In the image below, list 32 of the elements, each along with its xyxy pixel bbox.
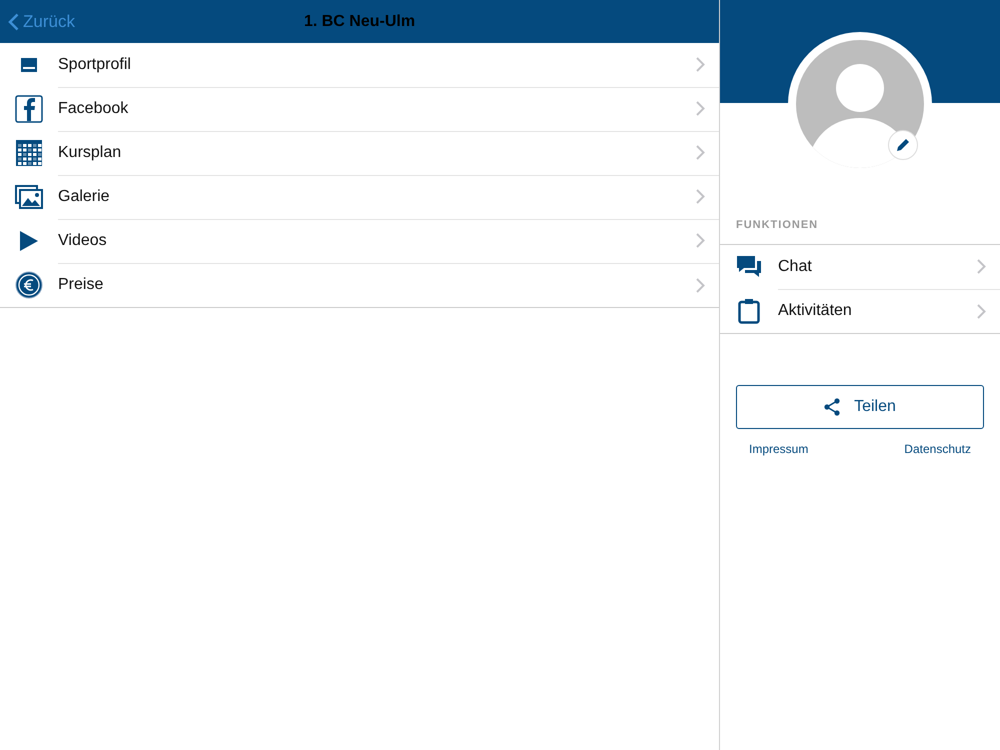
page-title: 1. BC Neu-Ulm — [304, 12, 416, 30]
menu-item[interactable]: Galerie — [0, 175, 719, 219]
pencil-icon — [896, 138, 910, 152]
chevron-icon — [696, 278, 705, 292]
menu-item[interactable]: Preise — [0, 263, 719, 307]
chevron-icon — [696, 57, 705, 72]
chat-icon — [736, 255, 762, 279]
euro-icon — [15, 271, 43, 299]
chevron-icon — [977, 304, 986, 318]
share-button[interactable]: Teilen — [736, 385, 984, 429]
section-title: FUNKTIONEN — [735, 219, 820, 233]
menu-item[interactable]: Facebook — [0, 87, 719, 131]
function-item[interactable]: Chat — [720, 245, 1000, 289]
chevron-icon — [696, 145, 705, 160]
footer-link[interactable]: Impressum — [749, 442, 808, 456]
pictures-icon — [15, 185, 43, 209]
share-icon — [824, 398, 840, 416]
menu-item[interactable]: Sportprofil — [0, 43, 719, 87]
chevron-icon — [696, 101, 705, 116]
screen-icon — [21, 58, 37, 72]
footer-link[interactable]: Datenschutz — [904, 442, 971, 456]
menu-item[interactable]: Kursplan — [0, 131, 719, 175]
clipboard-icon — [738, 298, 760, 324]
calendar-icon — [15, 139, 43, 167]
facebook-icon — [15, 95, 43, 123]
chevron-icon — [696, 233, 705, 248]
chevron-icon — [696, 189, 705, 204]
chevron-icon — [977, 259, 986, 274]
function-item[interactable]: Aktivitäten — [720, 289, 1000, 333]
play-icon — [19, 230, 39, 252]
back-chevron-icon — [8, 12, 19, 30]
menu-item[interactable]: Videos — [0, 219, 719, 263]
